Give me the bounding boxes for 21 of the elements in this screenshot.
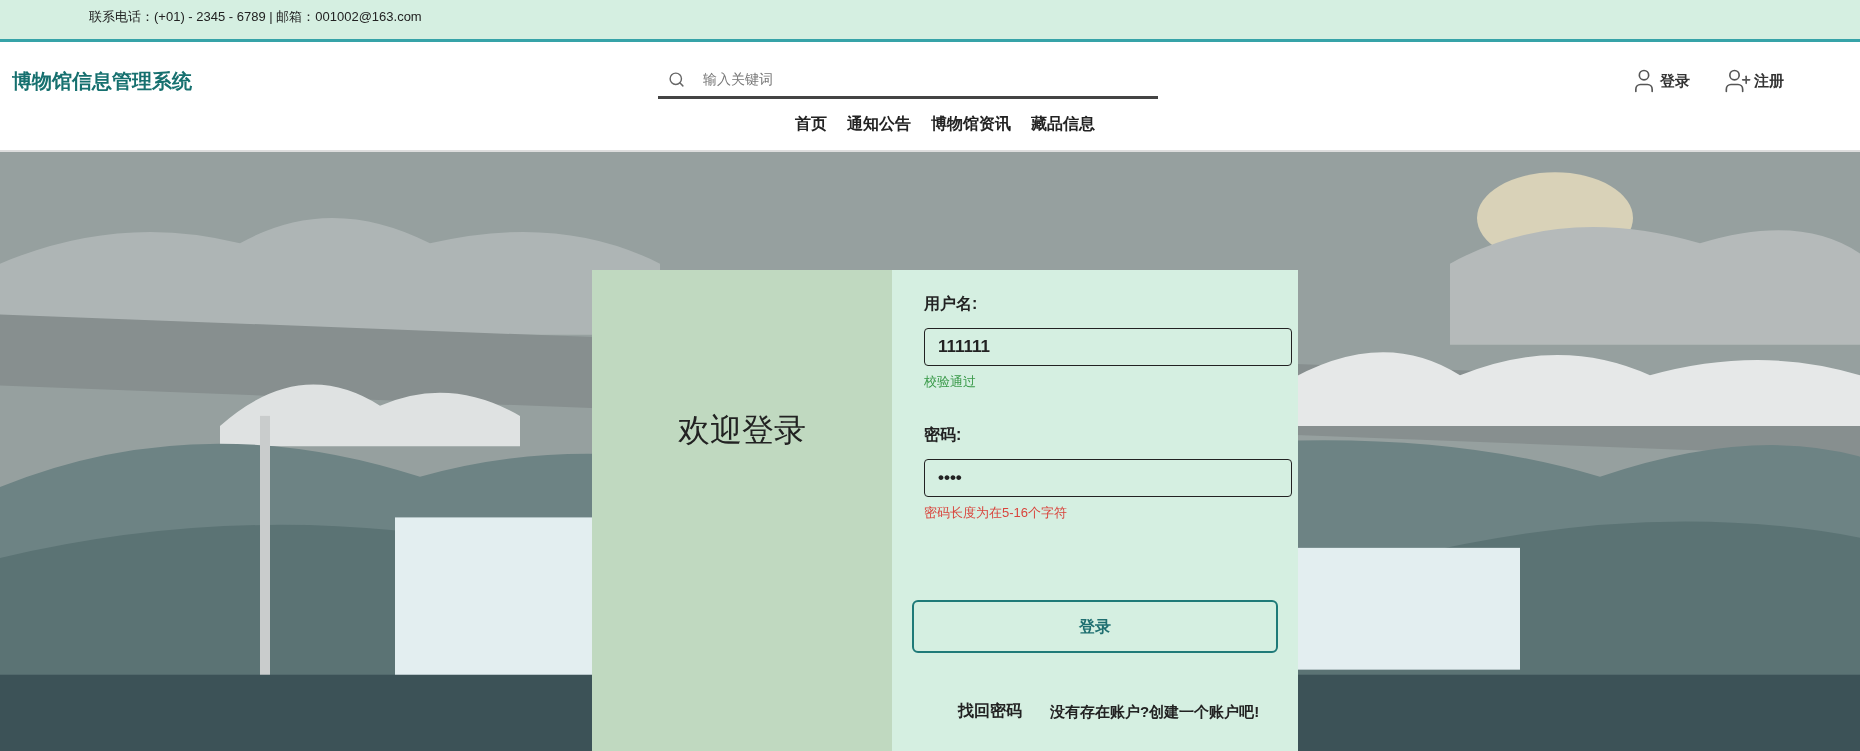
- user-plus-icon: [1724, 67, 1752, 95]
- input-field[interactable]: 111111: [924, 328, 1292, 366]
- field-label: 密码:: [924, 425, 963, 445]
- search-field[interactable]: 输入关键词: [703, 69, 1158, 90]
- login-button[interactable]: 登录: [912, 600, 1278, 653]
- nav-link[interactable]: 博物馆资讯: [931, 112, 1011, 136]
- input-field[interactable]: ••••: [924, 459, 1292, 497]
- field-label: 用户名:: [924, 294, 979, 314]
- form-link[interactable]: 没有存在账户?创建一个账户吧!: [1050, 701, 1260, 724]
- nav-link[interactable]: 首页: [795, 112, 827, 136]
- welcome-heading: 欢迎登录: [678, 411, 806, 450]
- register-link[interactable]: 注册: [1724, 67, 1784, 95]
- validation-message: 密码长度为在5-16个字符: [924, 504, 1069, 522]
- nav-link[interactable]: 通知公告: [847, 112, 911, 136]
- login-link[interactable]: 登录: [1630, 67, 1690, 95]
- nav-link[interactable]: 藏品信息: [1031, 112, 1095, 136]
- validation-message: 校验通过: [924, 373, 977, 391]
- form-link[interactable]: 找回密码: [958, 699, 1022, 724]
- site-title[interactable]: 博物馆信息管理系统: [12, 66, 658, 96]
- search-icon: [668, 71, 685, 88]
- contact-info: 联系电话：(+01) - 2345 - 6789 | 邮箱：001002@163.com: [89, 8, 422, 26]
